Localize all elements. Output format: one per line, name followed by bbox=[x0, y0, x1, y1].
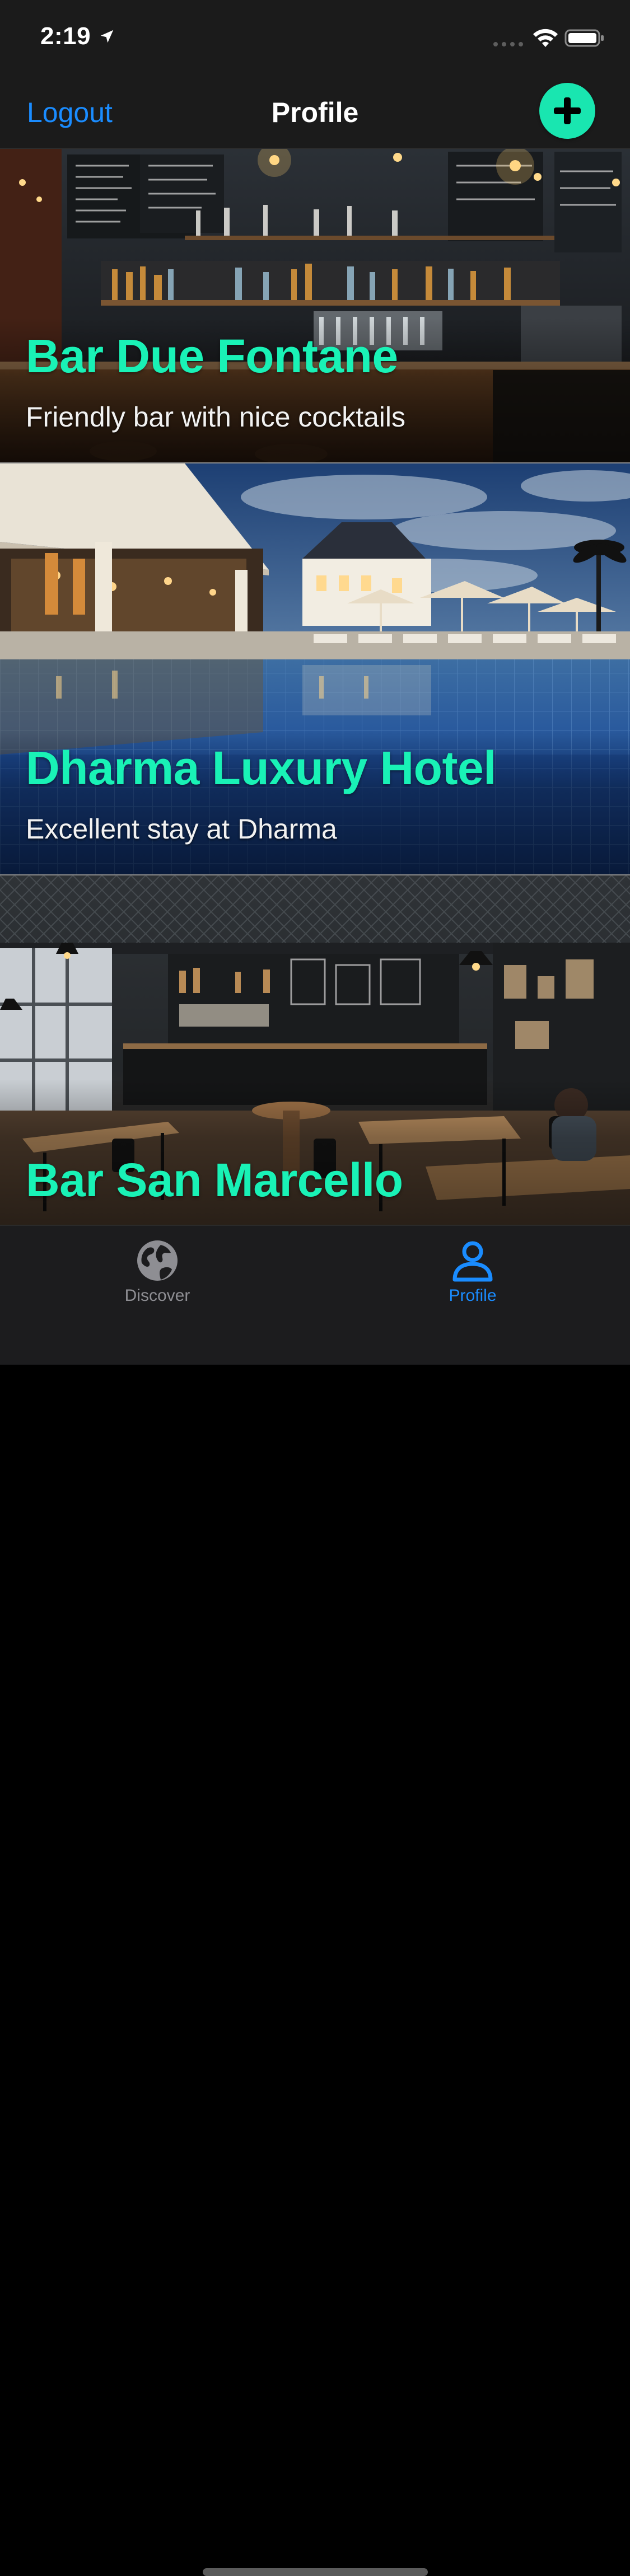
place-subtitle: Friendly bar with nice cocktails bbox=[26, 401, 406, 433]
location-arrow-icon bbox=[100, 30, 114, 43]
place-subtitle: Excellent stay at Dharma bbox=[26, 813, 337, 845]
wifi-icon bbox=[533, 29, 558, 47]
home-indicator[interactable] bbox=[203, 2568, 428, 2576]
signal-dots-icon bbox=[493, 42, 523, 46]
place-card[interactable]: Bar Due Fontane Friendly bar with nice c… bbox=[0, 149, 630, 463]
tab-discover[interactable]: Discover bbox=[73, 1238, 241, 1322]
place-title: Bar San Marcello bbox=[26, 1154, 403, 1206]
add-place-button[interactable] bbox=[539, 83, 595, 139]
navigation-bar: Logout Profile bbox=[0, 74, 630, 149]
tab-label: Discover bbox=[124, 1286, 190, 1305]
status-time: 2:19 bbox=[40, 22, 91, 50]
tab-bar: Discover Profile bbox=[0, 1225, 630, 2576]
place-card[interactable]: Bar San Marcello bbox=[0, 875, 630, 1225]
place-title: Dharma Luxury Hotel bbox=[26, 742, 497, 794]
page-title: Profile bbox=[271, 97, 359, 128]
places-list[interactable]: Bar Due Fontane Friendly bar with nice c… bbox=[0, 149, 630, 1225]
tab-profile[interactable]: Profile bbox=[389, 1238, 557, 1322]
battery-icon bbox=[564, 29, 604, 47]
plus-icon bbox=[554, 97, 581, 124]
person-icon bbox=[452, 1241, 493, 1282]
tab-label: Profile bbox=[449, 1286, 497, 1305]
status-bar: 2:19 bbox=[0, 0, 630, 74]
place-card[interactable]: Dharma Luxury Hotel Excellent stay at Dh… bbox=[0, 463, 630, 875]
globe-icon bbox=[137, 1240, 178, 1281]
place-title: Bar Due Fontane bbox=[26, 330, 398, 382]
